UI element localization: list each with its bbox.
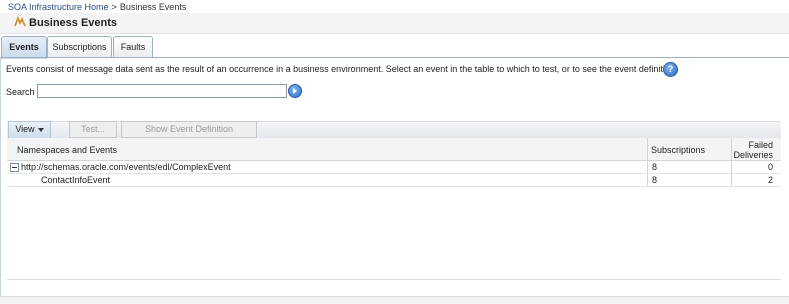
- breadcrumb-separator: >: [111, 2, 117, 12]
- events-table: Namespaces and Events Subscriptions Fail…: [7, 138, 781, 187]
- table-row[interactable]: http://schemas.oracle.com/events/edl/Com…: [7, 161, 781, 174]
- subscriptions-count: 8: [652, 175, 658, 185]
- column-header-failed[interactable]: Failed: [748, 140, 773, 150]
- breadcrumb: SOA Infrastructure Home > Business Events: [8, 2, 186, 12]
- tab-events[interactable]: Events: [1, 36, 47, 59]
- test-button[interactable]: Test...: [69, 121, 117, 138]
- view-label: View: [15, 124, 35, 134]
- column-header-deliveries[interactable]: Deliveries: [733, 150, 773, 160]
- view-menu-button[interactable]: View: [8, 121, 51, 139]
- search-go-icon[interactable]: [288, 84, 302, 98]
- table-row[interactable]: ContactInfoEvent 8 2: [7, 174, 781, 187]
- content-border: [0, 57, 1, 297]
- column-header-subscriptions[interactable]: Subscriptions: [651, 145, 705, 155]
- tab-strip-divider: [0, 57, 789, 58]
- help-icon[interactable]: ?: [663, 62, 678, 77]
- column-header-namespaces[interactable]: Namespaces and Events: [17, 145, 117, 155]
- namespace-name: http://schemas.oracle.com/events/edl/Com…: [21, 162, 231, 172]
- tab-faults[interactable]: Faults: [113, 36, 153, 58]
- page-title: Business Events: [29, 17, 118, 29]
- failed-deliveries-count: 2: [767, 175, 773, 185]
- business-events-icon: [14, 15, 26, 28]
- breadcrumb-current: Business Events: [119, 2, 187, 12]
- chevron-down-icon: [37, 127, 44, 132]
- breadcrumb-home-link[interactable]: SOA Infrastructure Home: [8, 2, 109, 12]
- event-name: ContactInfoEvent: [41, 175, 111, 185]
- table-header: Namespaces and Events Subscriptions Fail…: [7, 138, 781, 161]
- search-input[interactable]: [37, 84, 287, 98]
- table-bottom-border: [7, 279, 781, 280]
- description-text: Events consist of message data sent as t…: [6, 64, 678, 74]
- failed-deliveries-count: 0: [767, 162, 773, 172]
- subscriptions-count: 8: [652, 162, 658, 172]
- collapse-icon[interactable]: [10, 163, 19, 172]
- search-label: Search: [6, 87, 35, 97]
- show-event-definition-button[interactable]: Show Event Definition: [121, 121, 257, 138]
- page-header: Business Events: [0, 13, 789, 34]
- tab-subscriptions[interactable]: Subscriptions: [47, 36, 112, 58]
